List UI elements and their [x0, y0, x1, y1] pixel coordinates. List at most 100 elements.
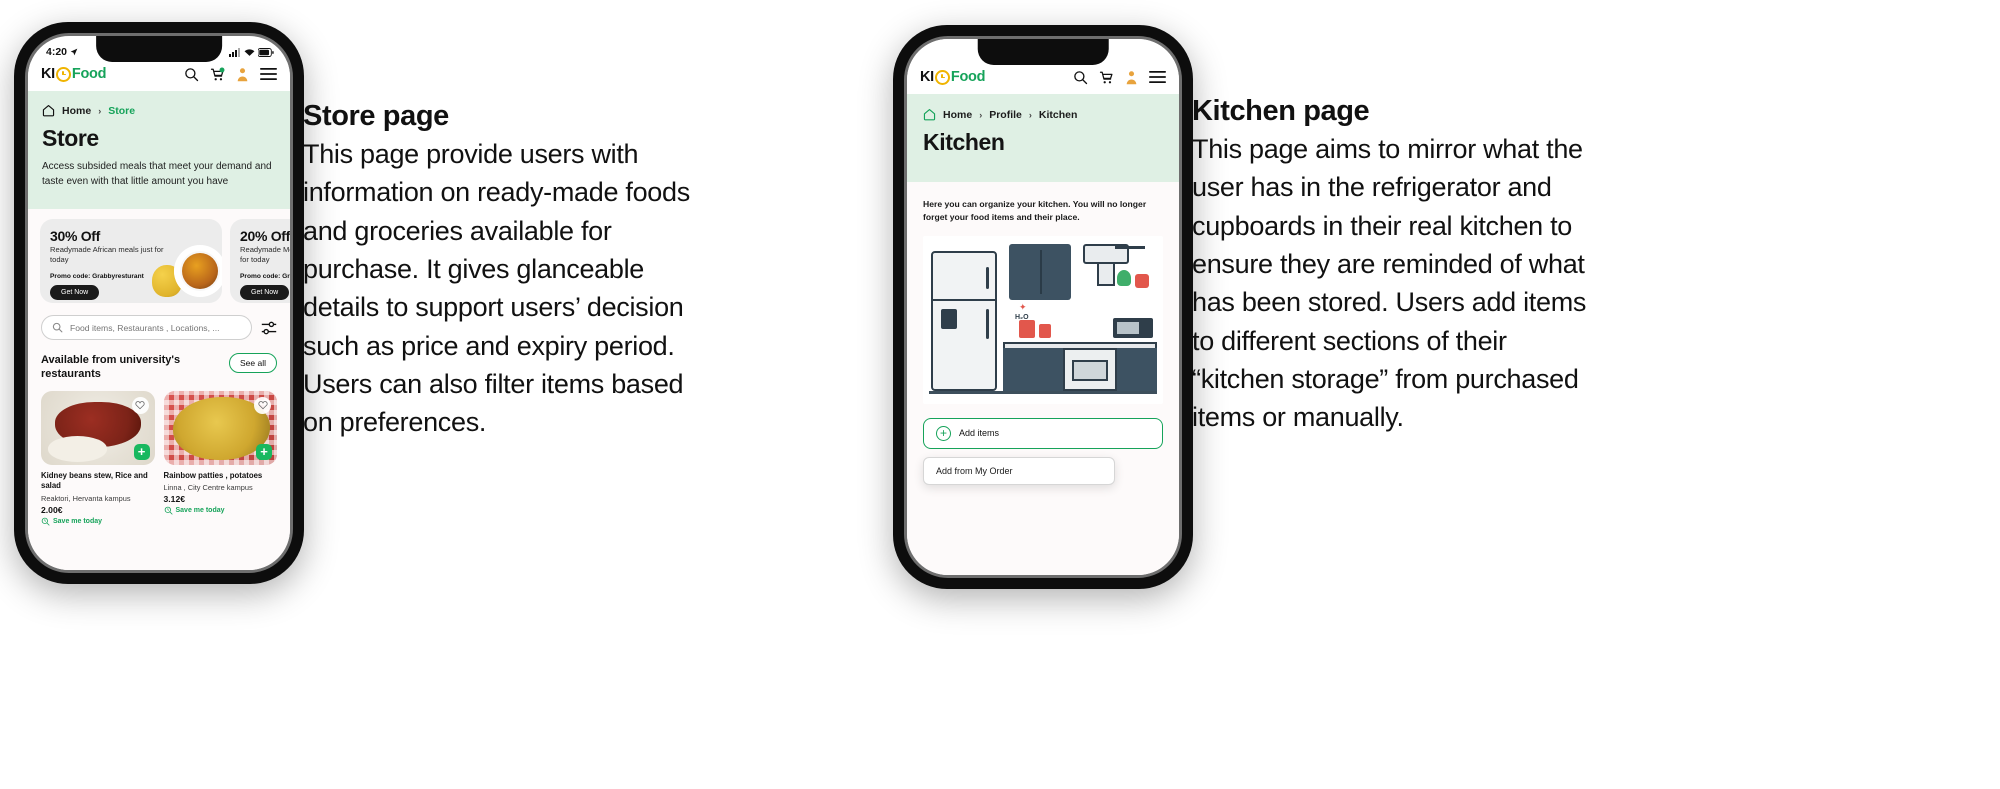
breadcrumb: Home › Profile › Kitchen [923, 108, 1163, 121]
status-time: 4:20 [46, 46, 68, 58]
clock-search-icon [41, 517, 50, 526]
battery-icon [258, 47, 274, 57]
add-items-label: Add items [959, 428, 1000, 439]
brand-suffix: Food [950, 69, 986, 85]
breadcrumb-separator: › [979, 109, 983, 120]
promo-get-now-button[interactable]: Get Now [240, 284, 290, 300]
shopping-cart-icon[interactable] [210, 67, 225, 82]
wifi-icon [244, 48, 255, 56]
food-save-row: Save me today [41, 517, 155, 526]
food-price: 2.00€ [41, 504, 63, 515]
red-appliance [1019, 319, 1035, 338]
clock-icon [55, 66, 71, 82]
promo-description: Readymade African meals just for today [50, 245, 164, 265]
promo-carousel[interactable]: 30% Off Readymade African meals just for… [28, 219, 290, 303]
app-header-actions [1073, 70, 1166, 85]
food-image: + [163, 390, 277, 465]
location-arrow-icon [70, 48, 78, 56]
food-card[interactable]: + Rainbow patties , potatoes Linna , Cit… [163, 390, 278, 526]
hamburger-menu-icon[interactable] [1149, 70, 1166, 84]
section-title: Available from university's restaurants [41, 354, 181, 381]
food-location: Reaktori, Hervanta kampus [41, 493, 131, 503]
store-hero: Home › Store Store Access subsided meals… [28, 91, 290, 209]
refrigerator [931, 250, 997, 391]
store-content: 30% Off Readymade African meals just for… [28, 209, 290, 570]
page-title: Kitchen [923, 129, 1005, 155]
annotation-body: This page provide users with information… [303, 139, 690, 438]
red-canister [1039, 323, 1051, 338]
search-input[interactable] [70, 322, 241, 333]
hamburger-menu-icon[interactable] [260, 67, 277, 81]
page-subtitle: Access subsided meals that meet your dem… [42, 161, 272, 187]
home-icon[interactable] [923, 108, 936, 121]
food-image: + [41, 390, 155, 465]
store-phone-screen: 4:20 KI Food Home › Store Store Access s… [25, 33, 293, 573]
microwave [1113, 317, 1153, 338]
section-header: Available from university's restaurants … [28, 340, 290, 382]
promo-card[interactable]: 30% Off Readymade African meals just for… [40, 219, 222, 303]
see-all-button[interactable]: See all [229, 353, 277, 373]
fridge-handle-top [986, 266, 989, 289]
screenshot-canvas: 4:20 KI Food Home › Store Store Access s… [0, 0, 2000, 789]
annotation-heading: Store page [303, 100, 449, 132]
breadcrumb-profile[interactable]: Profile [989, 109, 1022, 121]
promo-discount: 30% Off [50, 228, 101, 244]
breadcrumb: Home › Store [42, 104, 276, 117]
breadcrumb-separator: › [1028, 109, 1032, 120]
dropdown-option-add-from-my-order[interactable]: Add from My Order [924, 458, 1114, 484]
food-card[interactable]: + Kidney beans stew, Rice and salad Reak… [41, 390, 155, 526]
status-bar-left: 4:20 [46, 46, 78, 58]
plus-icon[interactable]: + [256, 443, 272, 460]
heart-outline-icon[interactable] [131, 396, 149, 414]
plus-circle-icon: + [936, 425, 951, 441]
food-list: + Kidney beans stew, Rice and salad Reak… [28, 382, 290, 526]
add-items-dropdown[interactable]: Add from My Order [923, 456, 1115, 485]
clock-icon [934, 69, 950, 85]
search-icon[interactable] [184, 67, 199, 82]
status-bar-right [229, 47, 274, 57]
breadcrumb-current: Store [108, 104, 136, 117]
promo-food-image-soup [174, 245, 222, 297]
search-box[interactable] [41, 315, 252, 340]
food-location: Linna , City Centre kampus [163, 483, 253, 493]
cellular-signal-icon [229, 47, 240, 57]
kitchen-phone-screen: KI Food Home › Profile › Kitchen Kitchen… [904, 36, 1182, 578]
kettle [1135, 273, 1149, 288]
plus-icon[interactable]: + [133, 443, 150, 460]
promo-code: Promo code: Grabby [240, 272, 290, 280]
fridge-display [941, 308, 957, 329]
heart-outline-icon[interactable] [254, 396, 271, 414]
shopping-cart-icon[interactable] [1099, 70, 1114, 85]
breadcrumb-current: Kitchen [1038, 108, 1078, 121]
brand-prefix: KI [920, 69, 934, 85]
user-profile-icon[interactable] [1125, 70, 1138, 85]
food-save-row: Save me today [164, 506, 278, 515]
store-phone-mockup: 4:20 KI Food Home › Store Store Access s… [14, 22, 304, 584]
store-annotation: Store page This page provide users with … [303, 100, 693, 442]
app-logo[interactable]: KI Food [920, 69, 985, 85]
kitchen-hero: Home › Profile › Kitchen Kitchen [907, 94, 1179, 182]
breadcrumb-home[interactable]: Home [62, 105, 91, 117]
add-items-button[interactable]: + Add items [923, 417, 1163, 449]
food-price: 3.12€ [163, 494, 186, 505]
user-profile-icon[interactable] [236, 67, 249, 82]
app-header: KI Food [28, 62, 290, 91]
breadcrumb-home[interactable]: Home [943, 109, 972, 121]
sparkle-decor: ✦ [1019, 301, 1027, 312]
search-row [28, 303, 290, 340]
kitchen-phone-mockup: KI Food Home › Profile › Kitchen Kitchen… [893, 25, 1193, 589]
kitchen-interior-illustration: ✦ H₂O [923, 235, 1163, 404]
home-icon[interactable] [42, 104, 55, 117]
promo-card[interactable]: 20% Off Readymade Me just for today Prom… [230, 219, 290, 303]
app-logo[interactable]: KI Food [41, 66, 106, 82]
phone-notch [96, 36, 222, 62]
search-icon[interactable] [1073, 70, 1088, 85]
food-save-label: Save me today [53, 517, 103, 525]
promo-get-now-button[interactable]: Get Now [50, 284, 100, 300]
fridge-handle-bottom [986, 308, 989, 339]
brand-prefix: KI [41, 66, 55, 82]
app-header-actions [184, 67, 277, 82]
filter-sliders-icon[interactable] [261, 320, 277, 336]
upper-cabinet [1009, 243, 1071, 300]
molecule-decor: H₂O [1015, 313, 1029, 321]
